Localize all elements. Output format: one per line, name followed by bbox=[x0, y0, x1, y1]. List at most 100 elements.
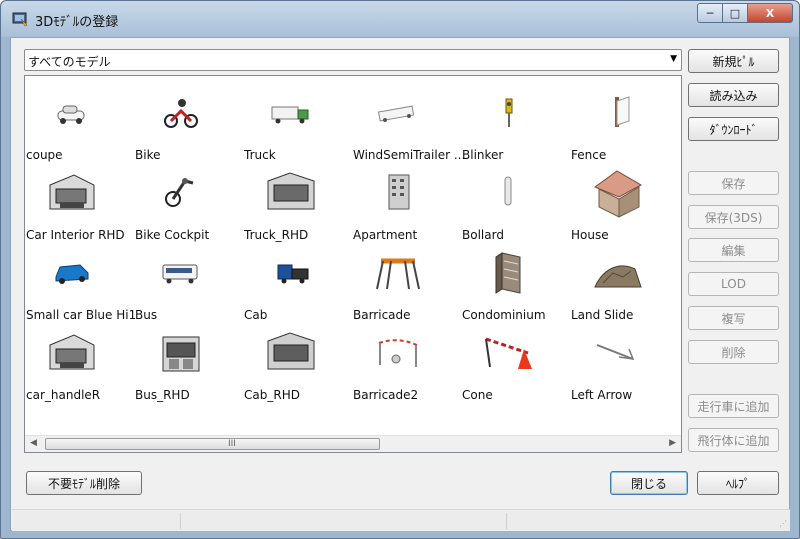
model-label: Bike bbox=[135, 148, 161, 162]
dialog-window: 3Dﾓﾃﾞﾙの登録 ─ □ X すべてのモデル ▼ Left Arrow Cone… bbox=[0, 0, 800, 539]
model-list-item[interactable]: Cab_RHD bbox=[244, 327, 354, 407]
new-model-button[interactable]: 新規ﾋﾟﾙ bbox=[688, 49, 779, 73]
help-button[interactable]: ﾍﾙﾌﾟ bbox=[697, 471, 779, 495]
status-bar: ⋰ bbox=[12, 509, 790, 531]
model-list-item[interactable]: Barricade bbox=[353, 247, 463, 327]
model-label: Bus bbox=[135, 308, 158, 322]
model-label: Truck bbox=[244, 148, 276, 162]
model-list-item[interactable]: Bike Cockpit bbox=[135, 167, 245, 247]
lod-button[interactable]: LOD bbox=[688, 272, 779, 296]
scrollbar-grip: III bbox=[228, 439, 236, 449]
landslide-icon bbox=[594, 265, 642, 288]
model-list-item[interactable]: Blinker bbox=[462, 87, 572, 167]
delete-button[interactable]: 削除 bbox=[688, 340, 779, 364]
model-list-item[interactable]: Bus bbox=[135, 247, 245, 327]
cab-interior-icon bbox=[267, 332, 315, 370]
blinker-icon bbox=[505, 98, 513, 127]
maximize-button[interactable]: □ bbox=[722, 3, 748, 23]
model-list-item[interactable]: Left Arrow bbox=[571, 327, 681, 407]
model-filter-value: すべてのモデル bbox=[28, 55, 111, 69]
car-interior-icon bbox=[49, 174, 95, 210]
model-list-item[interactable]: car_handleR bbox=[26, 327, 136, 407]
model-label: Bollard bbox=[462, 228, 504, 242]
model-label: House bbox=[571, 228, 609, 242]
app-icon bbox=[12, 12, 28, 27]
scroll-right-icon[interactable]: ▶ bbox=[669, 438, 676, 448]
model-list-item[interactable]: coupe bbox=[26, 87, 136, 167]
window-title: 3Dﾓﾃﾞﾙの登録 bbox=[35, 15, 119, 30]
save-3ds-button[interactable]: 保存(3DS) bbox=[688, 205, 779, 229]
model-list-item[interactable]: Apartment bbox=[353, 167, 463, 247]
model-list-item[interactable]: Bus_RHD bbox=[135, 327, 245, 407]
truck-interior-icon bbox=[267, 172, 315, 210]
cab-icon bbox=[277, 264, 309, 284]
small-car-icon bbox=[55, 264, 89, 284]
model-label: Apartment bbox=[353, 228, 418, 242]
model-list-item[interactable]: Truck_RHD bbox=[244, 167, 354, 247]
add-to-aircraft-button[interactable]: 飛行体に追加 bbox=[688, 428, 779, 452]
minimize-button[interactable]: ─ bbox=[697, 3, 723, 23]
model-label: Barricade2 bbox=[353, 388, 419, 402]
model-list-item[interactable]: Car Interior RHD bbox=[26, 167, 136, 247]
model-list-item[interactable]: Cone bbox=[462, 327, 572, 407]
model-label: Cone bbox=[462, 388, 493, 402]
model-label: Left Arrow bbox=[571, 388, 633, 402]
title-bar[interactable]: 3Dﾓﾃﾞﾙの登録 ─ □ X bbox=[1, 1, 799, 37]
model-filter-dropdown[interactable]: すべてのモデル ▼ bbox=[24, 49, 682, 71]
car-interior-icon bbox=[49, 334, 95, 370]
bike-cockpit-icon bbox=[165, 178, 194, 207]
copy-button[interactable]: 複写 bbox=[688, 306, 779, 330]
model-label: Condominium bbox=[462, 308, 546, 322]
model-label: Blinker bbox=[462, 148, 504, 162]
bollard-icon bbox=[504, 176, 512, 206]
model-list-item[interactable]: House bbox=[571, 167, 681, 247]
dialog-client-area: すべてのモデル ▼ Left Arrow Cone Barricade2 Cab_RH… bbox=[10, 37, 790, 531]
model-label: Bike Cockpit bbox=[135, 228, 210, 242]
model-label: car_handleR bbox=[26, 388, 101, 402]
scrollbar-thumb[interactable]: III bbox=[45, 438, 380, 450]
horizontal-scrollbar[interactable]: ◀ III ▶ bbox=[25, 435, 681, 452]
model-label: Fence bbox=[571, 148, 607, 162]
model-list-item[interactable]: WindSemiTrailer ... bbox=[353, 87, 466, 167]
resize-grip-icon[interactable]: ⋰ bbox=[779, 519, 787, 528]
model-list-item[interactable]: Small car Blue Hi1 bbox=[26, 247, 136, 327]
download-button[interactable]: ﾀﾞｳﾝﾛｰﾄﾞ bbox=[688, 117, 779, 141]
bus-icon bbox=[162, 264, 198, 284]
house-icon bbox=[593, 170, 643, 218]
model-label: Bus_RHD bbox=[135, 388, 190, 402]
fence-icon bbox=[615, 96, 630, 127]
status-separator bbox=[180, 513, 181, 529]
model-label: WindSemiTrailer ... bbox=[353, 148, 466, 162]
model-label: Car Interior RHD bbox=[26, 228, 125, 242]
import-button[interactable]: 読み込み bbox=[688, 83, 779, 107]
model-list-item[interactable]: Cab bbox=[244, 247, 354, 327]
model-list[interactable]: Left Arrow Cone Barricade2 Cab_RHD Bus_RHD ca… bbox=[24, 75, 682, 453]
model-list-item[interactable]: Bollard bbox=[462, 167, 572, 247]
model-list-item[interactable]: Bike bbox=[135, 87, 245, 167]
model-list-item[interactable]: Land Slide bbox=[571, 247, 681, 327]
add-to-vehicles-button[interactable]: 走行車に追加 bbox=[688, 394, 779, 418]
barricade2-icon bbox=[378, 339, 418, 367]
model-list-item[interactable]: Barricade2 bbox=[353, 327, 463, 407]
model-list-item[interactable]: Truck bbox=[244, 87, 354, 167]
save-button[interactable]: 保存 bbox=[688, 171, 779, 195]
model-list-item[interactable]: Condominium bbox=[462, 247, 572, 327]
model-label: Land Slide bbox=[571, 308, 634, 322]
close-button[interactable]: 閉じる bbox=[610, 471, 688, 495]
model-label: Truck_RHD bbox=[244, 228, 309, 242]
model-list-item[interactable]: Fence bbox=[571, 87, 681, 167]
left-arrow-icon bbox=[596, 344, 635, 360]
coupe-icon bbox=[57, 105, 85, 124]
caption-buttons: ─ □ X bbox=[697, 3, 793, 25]
edit-button[interactable]: 編集 bbox=[688, 238, 779, 262]
close-window-button[interactable]: X bbox=[747, 3, 793, 23]
condominium-icon bbox=[495, 252, 521, 294]
truck-icon bbox=[271, 106, 309, 124]
apartment-icon bbox=[388, 174, 410, 210]
model-label: Cab bbox=[244, 308, 268, 322]
model-label: Cab_RHD bbox=[244, 388, 300, 402]
semitrailer-icon bbox=[377, 105, 415, 122]
chevron-down-icon[interactable]: ▼ bbox=[670, 54, 677, 64]
scroll-left-icon[interactable]: ◀ bbox=[30, 438, 37, 448]
remove-unused-models-button[interactable]: 不要ﾓﾃﾞﾙ削除 bbox=[26, 471, 142, 495]
